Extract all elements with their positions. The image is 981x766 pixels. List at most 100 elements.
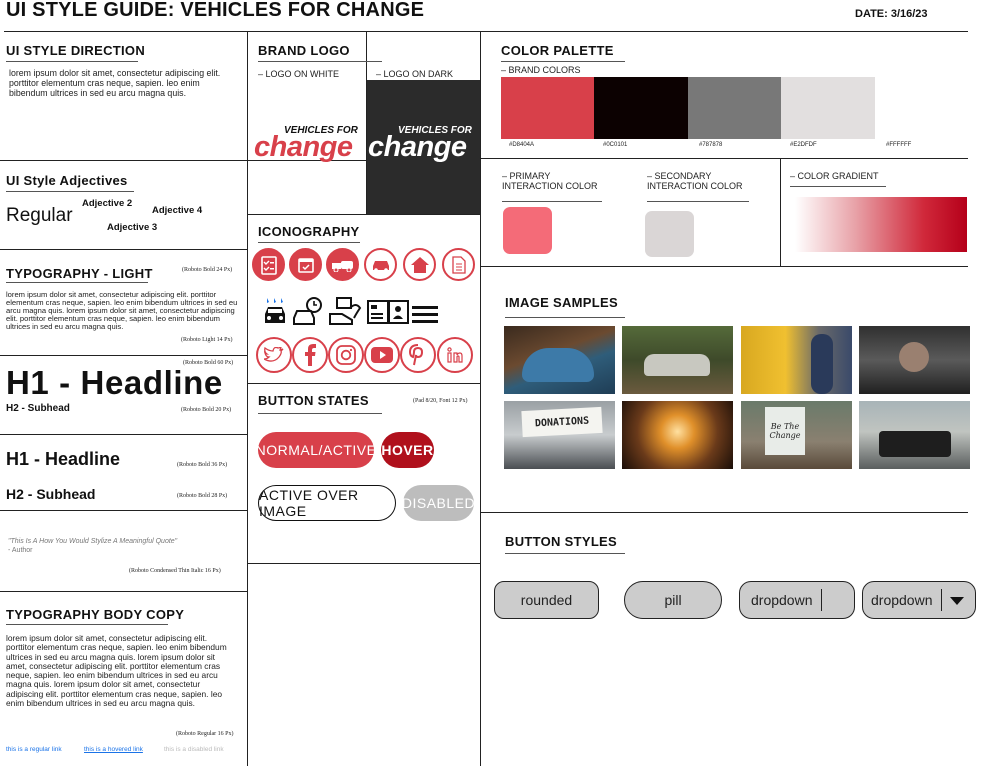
quote-author: - Author: [8, 547, 33, 554]
swatch-label-red: #D8404A: [509, 142, 535, 148]
car-wash-icon: [262, 296, 288, 331]
logo-bottom-text: change: [368, 131, 467, 163]
car-shape: [522, 348, 594, 382]
h1-medium: H1 - Headline: [6, 449, 121, 469]
adjective-regular: Regular: [6, 205, 73, 226]
donate-car-icon: [328, 296, 362, 331]
swatch-label-gray: #787878: [699, 142, 723, 148]
title-underline: [258, 242, 360, 243]
divider: [0, 249, 247, 250]
style-direction-body: lorem ipsum dolor sit amet, consectetur …: [9, 68, 221, 98]
disabled-button: DISABLED: [402, 485, 475, 521]
h2-medium-note: (Roboto Bold 28 Px): [177, 493, 228, 499]
normal-active-button[interactable]: NORMAL/ACTIVE: [256, 432, 376, 468]
dropdown-label: dropdown: [751, 592, 813, 608]
divider: [247, 383, 480, 384]
instagram-icon[interactable]: [328, 337, 364, 373]
donations-text: DONATIONS: [534, 415, 590, 429]
youtube-icon[interactable]: [364, 337, 400, 373]
primary-interaction-label: – PRIMARY INTERACTION COLOR: [502, 171, 598, 191]
adjectives-title: UI Style Adjectives: [6, 173, 128, 188]
hover-button[interactable]: HOVER: [381, 432, 434, 468]
divider: [247, 563, 480, 564]
divider: [0, 591, 247, 592]
typography-light-body: lorem ipsum dolor sit amet, consectetur …: [6, 290, 238, 331]
swatch-label-black: #0C0101: [603, 142, 628, 148]
facebook-icon[interactable]: [292, 337, 328, 373]
adjective-3: Adjective 3: [107, 222, 158, 233]
page-title: UI STYLE GUIDE: VEHICLES FOR CHANGE: [6, 0, 425, 21]
title-underline: [6, 282, 148, 283]
dropdown-divider: [820, 589, 822, 611]
car-repair-icon: [292, 296, 324, 331]
swatch-gray: [688, 77, 781, 139]
dropdown-button[interactable]: dropdown: [739, 581, 855, 619]
brand-colors-label: – BRAND COLORS: [501, 65, 581, 75]
title-underline: [501, 61, 625, 62]
title-underline: [647, 201, 749, 202]
photo-mechanic-yellow-car: [741, 326, 852, 394]
style-direction-title: UI STYLE DIRECTION: [6, 43, 146, 58]
h1-medium-note: (Roboto Bold 36 Px): [177, 462, 228, 468]
divider: [0, 160, 247, 161]
hovered-link[interactable]: this is a hovered link: [84, 746, 143, 753]
pill-button[interactable]: pill: [624, 581, 722, 619]
person-shape: [899, 342, 929, 372]
logo-on-white-label: – LOGO ON WHITE: [258, 69, 340, 79]
calendar-icon: [289, 248, 322, 281]
title-underline: [258, 61, 382, 62]
title-underline: [505, 317, 625, 318]
photo-blue-beetle: [504, 326, 615, 394]
title-underline: [6, 191, 134, 192]
photo-abandoned-car: [622, 326, 733, 394]
color-gradient-swatch: [795, 197, 967, 252]
checklist-icon: [252, 248, 285, 281]
swatch-label-lightgray: #E2DFDF: [790, 142, 817, 148]
title-underline: [6, 61, 138, 62]
col-divider-1: [247, 31, 248, 766]
truck-shape: [879, 431, 951, 457]
regular-link[interactable]: this is a regular link: [6, 746, 62, 753]
car-icon: [364, 248, 397, 281]
sign-box: Be The Change: [765, 407, 805, 455]
secondary-interaction-label: – SECONDARY INTERACTION COLOR: [647, 171, 743, 191]
pinterest-icon[interactable]: [400, 337, 436, 373]
quote-text: "This Is A How You Would Stylize A Meani…: [8, 538, 178, 545]
title-underline: [258, 413, 382, 414]
donations-paper: DONATIONS: [521, 406, 603, 438]
dropdown-divider: [940, 589, 942, 611]
brand-logo-title: BRAND LOGO: [258, 43, 350, 58]
car-shape: [644, 354, 710, 376]
swatch-lightgray: [781, 77, 875, 139]
disabled-link: this is a disabled link: [164, 746, 224, 753]
page-date: DATE: 3/16/23: [855, 8, 928, 20]
h2-note: (Roboto Bold 20 Px): [181, 407, 232, 413]
tow-truck-icon: [326, 248, 359, 281]
twitter-icon[interactable]: [256, 337, 292, 373]
rounded-button[interactable]: rounded: [494, 581, 599, 619]
iconography-title: ICONOGRAPHY: [258, 224, 360, 239]
body-copy-text: lorem ipsum dolor sit amet, consectetur …: [6, 633, 227, 709]
divider: [0, 355, 247, 356]
dropdown-arrow-button[interactable]: dropdown: [862, 581, 976, 619]
typography-light-title: TYPOGRAPHY - LIGHT: [6, 266, 153, 281]
image-samples-title: IMAGE SAMPLES: [505, 295, 618, 310]
divider: [247, 214, 480, 215]
body-copy-note: (Roboto Regular 16 Px): [176, 731, 234, 737]
divider: [480, 158, 968, 159]
h2-medium: H2 - Subhead: [6, 486, 96, 502]
color-gradient-label: – COLOR GRADIENT: [790, 171, 879, 181]
divider: [480, 266, 968, 267]
logo-bottom-text: change: [254, 131, 353, 163]
linkedin-icon[interactable]: [437, 337, 473, 373]
title-underline: [502, 201, 602, 202]
button-states-title: BUTTON STATES: [258, 393, 369, 408]
photo-tow-truck: [859, 401, 970, 469]
title-underline: [6, 624, 168, 625]
secondary-interaction-swatch: [645, 211, 694, 257]
typography-light-body-note: (Roboto Light 14 Px): [181, 337, 233, 343]
active-over-image-button[interactable]: ACTIVE OVER IMAGE: [258, 485, 396, 521]
menu-icon[interactable]: [412, 305, 438, 328]
quote-note: (Roboto Condensed Thin Italic 16 Px): [129, 568, 221, 574]
home-icon: [403, 248, 436, 281]
